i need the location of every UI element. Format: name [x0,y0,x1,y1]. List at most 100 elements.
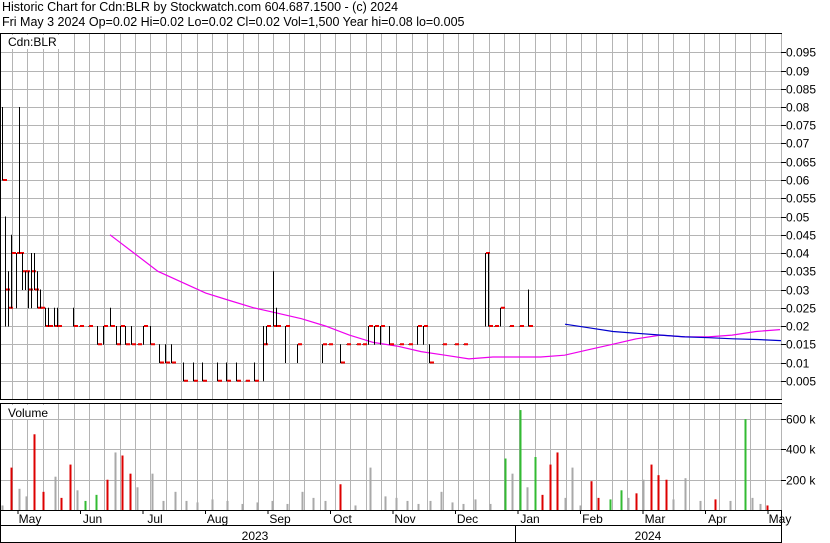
price-tick-label: 0.035 [786,265,816,279]
price-close-tick [286,325,290,327]
price-close-tick [424,325,428,327]
year-label-2024: 2024 [635,529,662,543]
price-close-tick [267,325,271,327]
price-close-tick [323,343,327,346]
price-tick-label: 0.075 [786,119,816,133]
price-close-tick [277,325,281,327]
price-close-tick [390,343,394,346]
price-close-tick [341,361,345,364]
price-close-tick [144,325,148,327]
month-label: May [19,512,42,526]
price-close-tick [246,379,250,382]
month-label: Aug [207,512,228,526]
price-tick-label: 0.04 [786,247,810,261]
price-close-tick [194,379,198,382]
month-label: Feb [582,512,603,526]
price-close-tick [218,379,222,382]
price-close-tick [409,343,413,346]
price-close-tick [430,361,434,364]
price-tick-label: 0.065 [786,156,816,170]
price-close-tick [132,343,136,346]
price-close-tick [455,343,459,346]
price-close-tick [203,379,207,382]
price-bars [2,107,533,382]
volume-axis: 600 k 400 k 200 k [781,413,816,488]
price-tick-label: 0.05 [786,211,810,225]
price-close-tick [369,325,373,327]
price-close-tick [255,379,259,382]
stock-chart: 0.095 0.09 0.085 0.08 0.075 0.07 0.065 0.06 0.05… [0,33,816,543]
price-tick-label: 0.02 [786,320,810,334]
price-close-tick [98,343,102,346]
volume-label: Volume [8,406,48,420]
month-label: Jul [147,512,162,526]
month-label: Sep [269,512,291,526]
price-close-tick [495,325,499,327]
price-close-tick [347,343,351,346]
price-close-tick [126,343,130,346]
price-close-tick [400,343,404,346]
price-close-tick [111,325,115,327]
price-close-tick [418,325,422,327]
month-label: Dec [457,512,478,526]
price-tick-label: 0.03 [786,284,810,298]
price-close-tick [363,343,367,346]
price-axis: 0.095 0.09 0.085 0.08 0.075 0.07 0.065 0.06 0.05… [781,46,816,389]
month-label: Oct [333,512,352,526]
month-label: Jun [83,512,102,526]
volume-tick-label: 400 k [786,443,816,457]
volume-grid [1,404,782,510]
month-label: Mar [645,512,666,526]
month-label: Nov [394,512,415,526]
price-close-tick [298,343,302,346]
month-label: May [769,512,792,526]
year-label-2023: 2023 [242,529,269,543]
price-tick-label: 0.08 [786,101,810,115]
price-tick-label: 0.045 [786,229,816,243]
price-close-tick [501,306,505,309]
price-tick-label: 0.01 [786,357,810,371]
price-close-tick [489,325,493,327]
price-close-tick [184,379,188,382]
month-label: Apr [708,512,727,526]
symbol-label: Cdn:BLR [8,35,57,49]
price-close-tick [443,343,447,346]
price-close-tick [89,325,93,327]
price-tick-label: 0.095 [786,46,816,60]
price-tick-label: 0.055 [786,192,816,206]
volume-tick-label: 600 k [786,413,816,427]
price-close-tick [510,325,514,327]
price-close-tick [529,325,533,327]
price-close-tick [58,325,62,327]
price-close-tick [172,361,176,364]
price-tick-label: 0.025 [786,302,816,316]
price-close-tick [520,325,524,327]
price-close-tick [12,252,16,254]
price-close-tick [237,379,241,382]
price-close-tick [227,379,231,382]
price-close-tick [329,343,333,346]
price-tick-label: 0.09 [786,65,810,79]
price-tick-label: 0.015 [786,338,816,352]
price-close-tick [41,306,45,309]
price-tick-label: 0.07 [786,137,810,151]
month-label: Jan [520,512,539,526]
price-close-tick [80,325,84,327]
price-close-tick [138,343,142,346]
price-close-tick [49,325,53,327]
price-close-tick [160,361,164,364]
price-tick-label: 0.005 [786,375,816,389]
volume-tick-label: 200 k [786,474,816,488]
price-close-tick [3,179,7,181]
price-close-tick [464,343,468,346]
price-close-tick [121,325,125,327]
price-close-tick [74,325,78,327]
month-axis: May Jun Jul Aug Sep Oct Nov Dec Jan Feb Mar Apr May [17,510,792,526]
price-tick-label: 0.06 [786,174,810,188]
price-close-tick [104,325,108,327]
price-close-tick [166,361,170,364]
price-tick-label: 0.085 [786,83,816,97]
price-close-tick [381,325,385,327]
year-axis-frame [0,525,782,543]
volume-bars [1,410,769,510]
